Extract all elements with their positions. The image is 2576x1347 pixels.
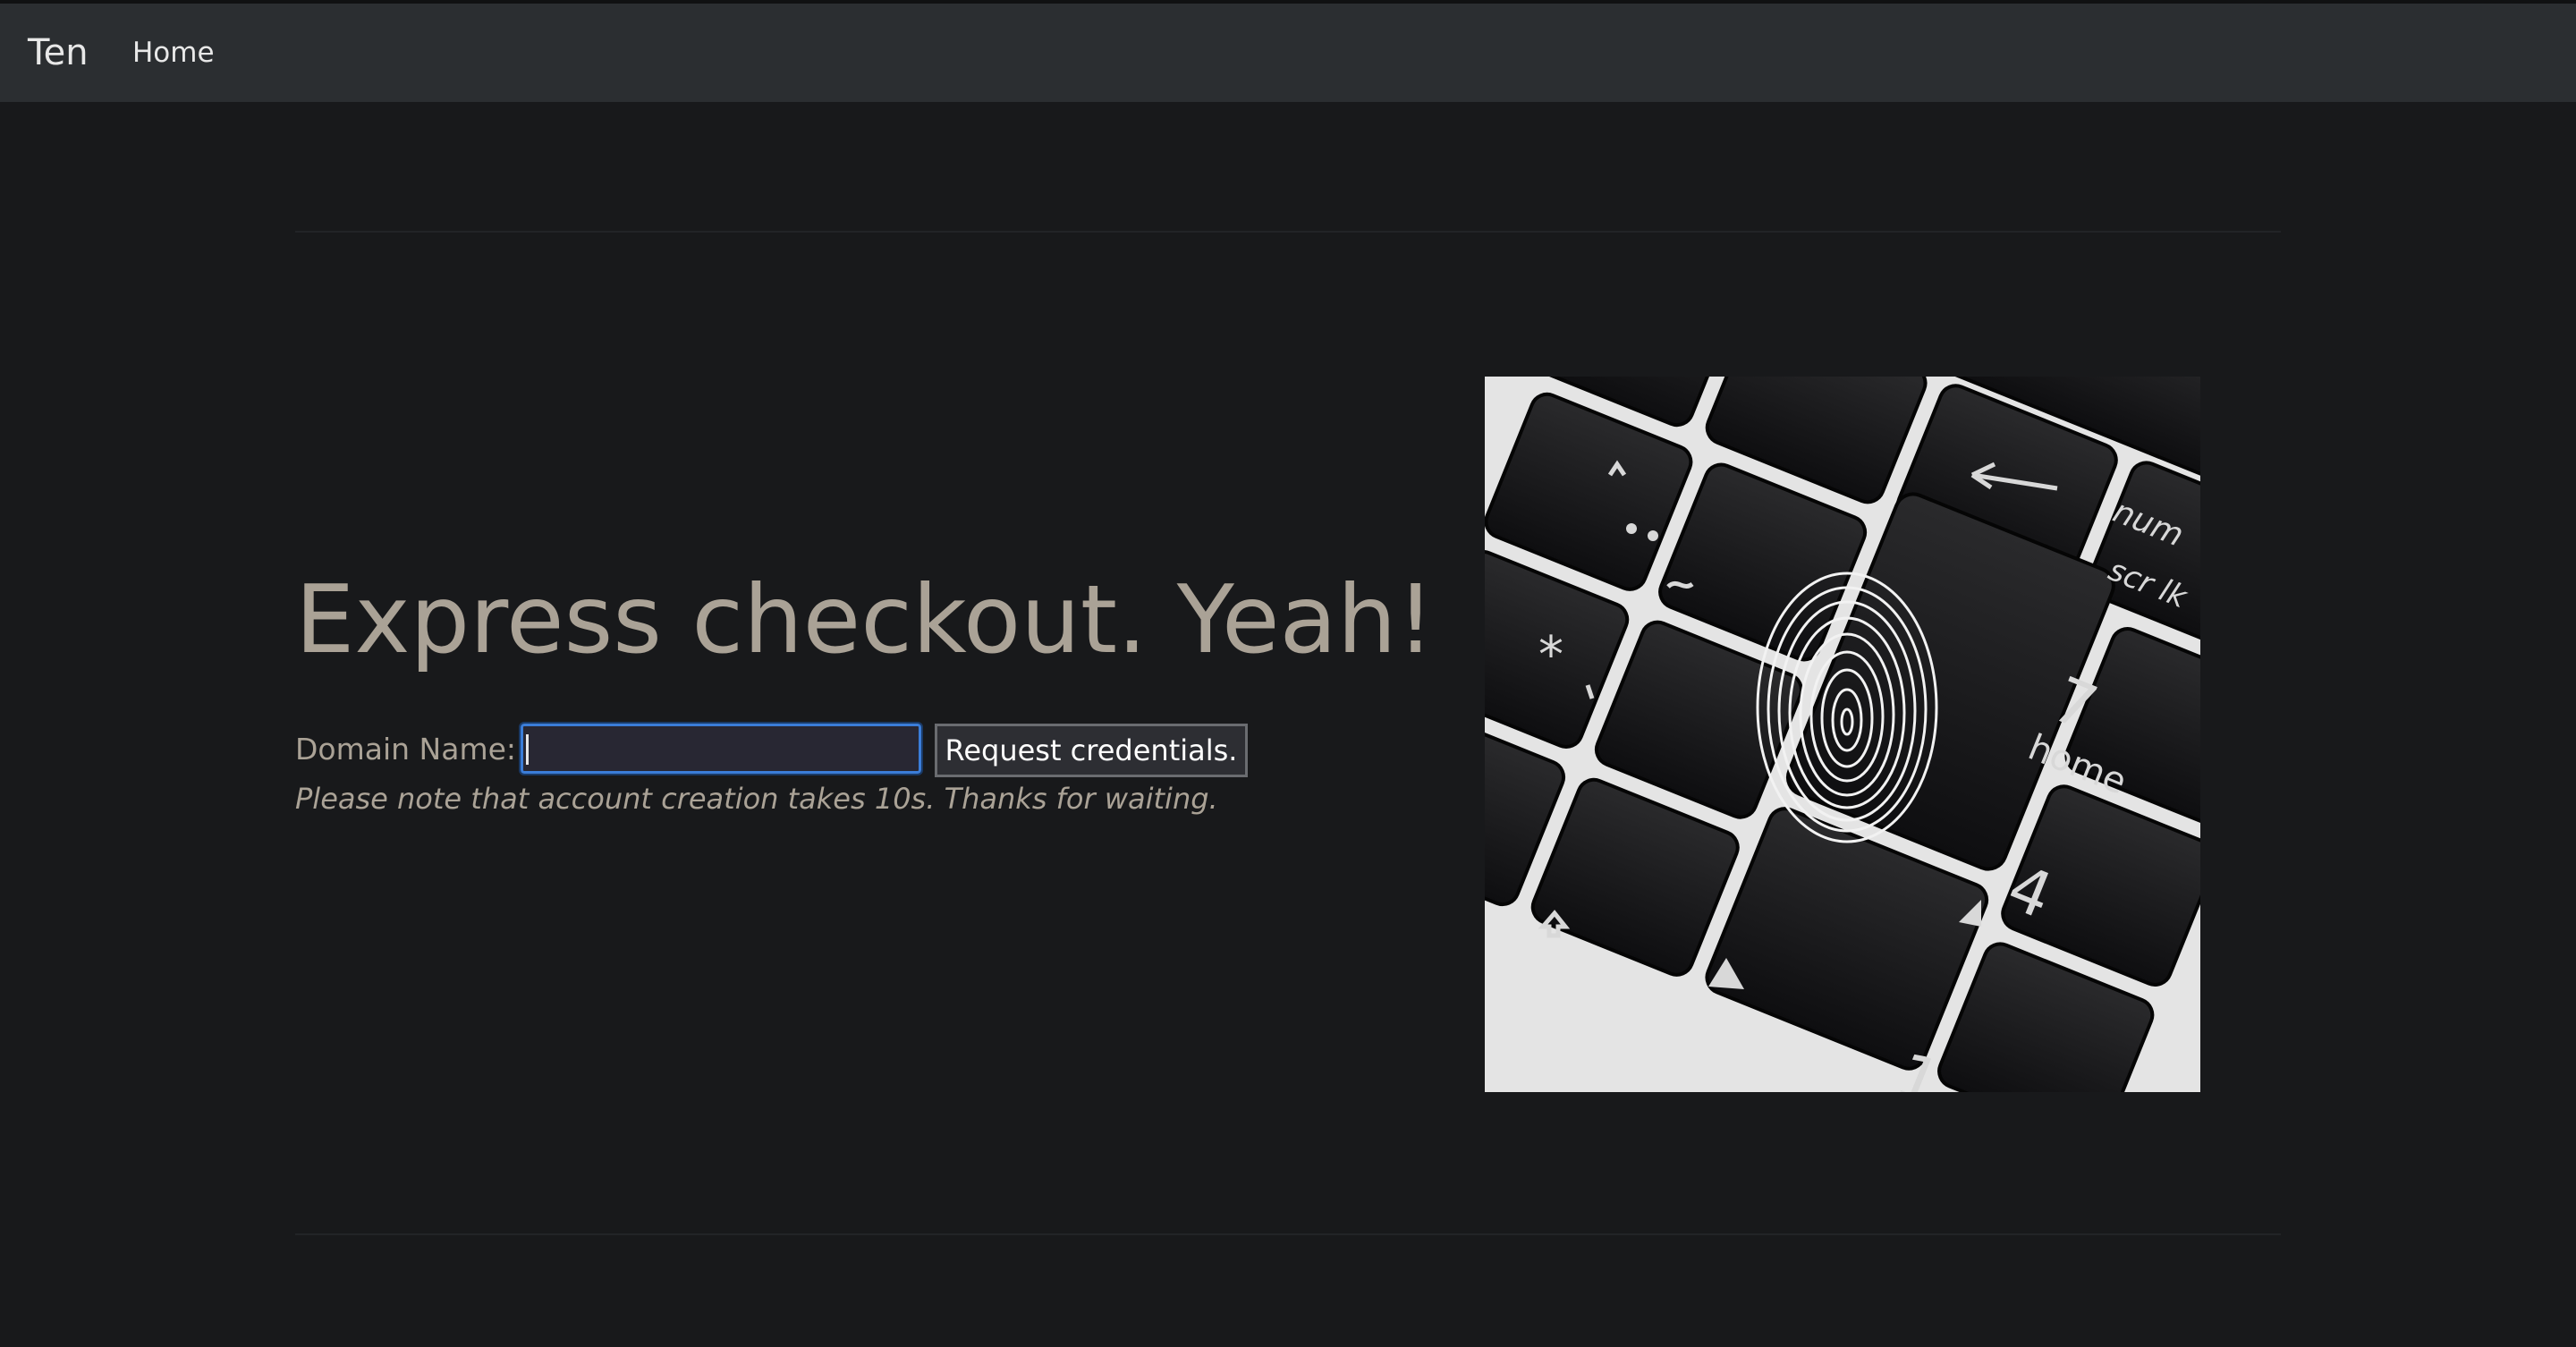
nav-link-home[interactable]: Home <box>132 4 215 102</box>
fingerprint-keyboard-image: num scr lk 7 home 4 1 * <box>1485 377 2200 1092</box>
svg-text:*: * <box>1538 626 1563 684</box>
account-creation-note: Please note that account creation takes … <box>295 782 1218 816</box>
divider-bottom <box>295 1233 2281 1235</box>
page-title: Express checkout. Yeah! <box>295 565 1435 674</box>
tilde-icon <box>1666 580 1694 589</box>
text-cursor <box>526 734 529 765</box>
divider-top <box>295 231 2281 233</box>
colon-dot-icon <box>1626 523 1637 534</box>
navbar: Ten Home <box>0 4 2576 102</box>
domain-name-input[interactable] <box>519 722 923 775</box>
navbar-brand[interactable]: Ten <box>28 4 89 102</box>
request-credentials-button[interactable]: Request credentials. <box>935 724 1248 777</box>
keyboard-illustration: num scr lk 7 home 4 1 * <box>1485 377 2200 1092</box>
domain-name-label: Domain Name: <box>295 732 517 767</box>
